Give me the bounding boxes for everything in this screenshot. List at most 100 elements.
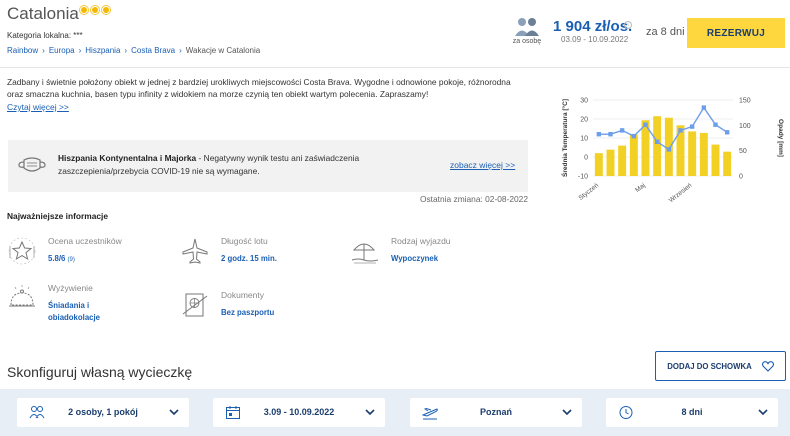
- rating-count: (9): [67, 257, 75, 263]
- temperature-point: [713, 122, 718, 127]
- per-person-label: za osobę: [512, 38, 542, 45]
- left-axis-label: Średnia Temperatura [°C]: [560, 99, 569, 177]
- info-value[interactable]: 5.8/6 (9): [48, 253, 75, 266]
- x-tick-label: Wrzesień: [668, 182, 694, 204]
- rain-bar: [688, 131, 697, 176]
- temperature-point: [608, 132, 613, 137]
- left-tick-label: 0: [584, 155, 588, 162]
- temperature-point: [724, 130, 730, 135]
- passport-icon: [182, 293, 208, 317]
- breadcrumb-separator-icon: ›: [124, 46, 128, 55]
- info-item-documents: Dokumenty Bez paszportu: [180, 290, 340, 330]
- info-item-trip-type: Rodzaj wyjazdu Wypoczynek: [350, 236, 510, 276]
- key-info-title: Najważniejsze informacje: [7, 211, 109, 221]
- dates-select[interactable]: 3.09 - 10.09.2022: [213, 398, 385, 427]
- sun-star-icon: [101, 5, 111, 15]
- participants-value: 2 osoby, 1 pokój: [68, 407, 138, 417]
- hotel-stars: [79, 5, 111, 15]
- add-to-clipboard-label: DODAJ DO SCHOWKA: [667, 361, 752, 371]
- info-label: Rodzaj wyjazdu: [391, 236, 451, 246]
- trip-config-bar: 2 osoby, 1 pokój 3.09 - 10.09.2022 Pozna…: [0, 389, 790, 436]
- info-item-rating: Ocena uczestników 5.8/6 (9): [7, 236, 167, 276]
- breadcrumb-item-europa[interactable]: Europa: [49, 46, 75, 55]
- breadcrumb-item-costa-brava[interactable]: Costa Brava: [131, 46, 175, 55]
- beach-umbrella-icon: [351, 243, 379, 264]
- chevron-down-icon: [169, 409, 179, 416]
- temperature-point: [596, 132, 602, 137]
- rain-bar: [653, 116, 662, 176]
- reserve-button[interactable]: REZERWUJ: [687, 18, 785, 48]
- rain-bar: [699, 132, 708, 176]
- covid-more-link[interactable]: zobacz więcej >>: [450, 160, 515, 170]
- temperature-line: [598, 106, 728, 151]
- departure-value: Poznań: [479, 407, 512, 417]
- departure-select[interactable]: Poznań: [410, 398, 582, 427]
- breadcrumb-separator-icon: ›: [78, 46, 82, 55]
- info-label: Dokumenty: [221, 290, 264, 300]
- temperature-point: [631, 133, 637, 139]
- price-dates: 03.09 - 10.09.2022: [561, 35, 629, 44]
- info-label: Wyżywienie: [48, 283, 93, 293]
- x-tick-label: Styczeń: [578, 182, 601, 202]
- temperature-point: [701, 105, 707, 110]
- add-to-clipboard-button[interactable]: DODAJ DO SCHOWKA: [655, 351, 786, 381]
- left-tick-label: 30: [580, 98, 588, 105]
- chevron-down-icon: [365, 409, 375, 416]
- duration-select[interactable]: 8 dni: [606, 398, 778, 427]
- left-tick-label: 20: [580, 117, 588, 124]
- airplane-icon: [182, 238, 208, 264]
- breadcrumb: Rainbow › Europa › Hiszpania › Costa Bra…: [7, 46, 260, 55]
- temperature-point: [654, 139, 660, 144]
- rain-bar: [711, 144, 720, 176]
- trip-duration: za 8 dni: [646, 26, 685, 38]
- food-dish-icon: [9, 285, 35, 307]
- price-box: za osobę 1 904 zł/os. i 03.09 - 10.09.20…: [512, 16, 787, 50]
- info-value: 2 godz. 15 min.: [221, 254, 277, 263]
- right-tick-label: 100: [739, 123, 751, 130]
- temperature-point: [666, 147, 672, 152]
- sun-star-icon: [90, 5, 100, 15]
- configure-title: Skonfiguruj własną wycieczkę: [7, 364, 193, 380]
- covid-text: Hiszpania Kontynentalna i Majorka - Nega…: [58, 152, 368, 178]
- rain-bar: [629, 134, 638, 176]
- breadcrumb-current: Wakacje w Catalonia: [185, 46, 261, 55]
- info-item-board: Wyżywienie Śniadania i obiadokolacje: [7, 283, 167, 323]
- divider: [0, 67, 790, 68]
- last-change: Ostatnia zmiana: 02-08-2022: [419, 194, 528, 204]
- info-item-flight: Długość lotu 2 godz. 15 min.: [180, 236, 340, 276]
- breadcrumb-separator-icon: ›: [42, 46, 45, 55]
- info-label: Długość lotu: [221, 236, 268, 246]
- left-tick-label: 10: [580, 136, 588, 143]
- rain-bar: [618, 145, 627, 176]
- breadcrumb-item-hiszpania[interactable]: Hiszpania: [85, 46, 120, 55]
- info-icon[interactable]: i: [624, 21, 632, 29]
- rain-bar: [594, 153, 603, 176]
- breadcrumb-item-rainbow[interactable]: Rainbow: [7, 46, 38, 55]
- x-tick-label: Maj: [634, 182, 647, 194]
- face-mask-icon: [18, 157, 46, 172]
- price-amount: 1 904 zł/os.: [553, 18, 633, 35]
- rain-bar: [606, 149, 615, 176]
- right-axis-label: Opady [mm]: [777, 119, 784, 157]
- chevron-down-icon: [758, 409, 768, 416]
- temperature-point: [678, 128, 683, 133]
- covid-info-box: Hiszpania Kontynentalna i Majorka - Nega…: [8, 140, 528, 192]
- info-label: Ocena uczestników: [48, 236, 122, 246]
- info-value: Śniadania i obiadokolacje: [48, 301, 100, 322]
- heart-icon: [761, 360, 774, 372]
- right-tick-label: 0: [739, 174, 743, 181]
- info-value: Bez paszportu: [221, 308, 275, 317]
- info-value: Wypoczynek: [391, 254, 439, 263]
- duration-value: 8 dni: [681, 407, 703, 417]
- climate-chart: -10 0 10 20 30 0 50 100 150 Styczeń Maj Wrzesień Śre…: [560, 98, 784, 205]
- temperature-point: [689, 124, 695, 129]
- temperature-point: [619, 128, 625, 133]
- covid-region: Hiszpania Kontynentalna i Majorka: [58, 153, 197, 163]
- dates-value: 3.09 - 10.09.2022: [263, 407, 335, 417]
- read-more-link[interactable]: Czytaj więcej >>: [7, 102, 69, 112]
- chevron-down-icon: [562, 409, 572, 416]
- right-tick-label: 150: [739, 98, 751, 105]
- local-category: Kategoria lokalna: ***: [7, 31, 83, 40]
- right-tick-label: 50: [739, 148, 747, 155]
- participants-select[interactable]: 2 osoby, 1 pokój: [17, 398, 189, 427]
